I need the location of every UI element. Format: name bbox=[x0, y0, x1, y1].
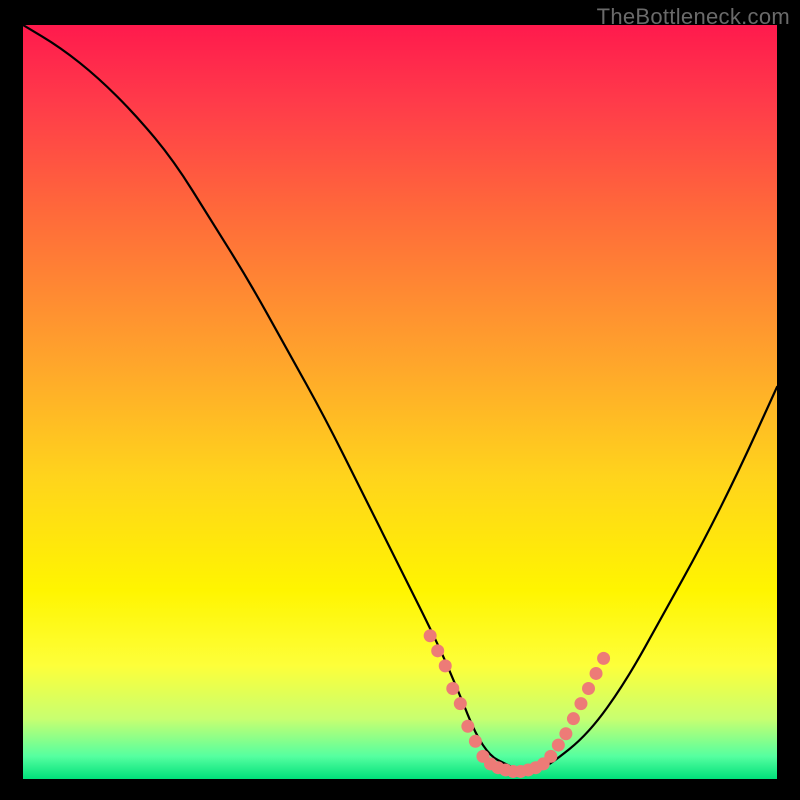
highlight-dot bbox=[431, 644, 444, 657]
highlight-dot bbox=[499, 763, 512, 776]
highlight-dot bbox=[574, 697, 587, 710]
highlight-dot bbox=[529, 761, 542, 774]
highlight-dot bbox=[454, 697, 467, 710]
highlight-dot bbox=[544, 750, 557, 763]
bottleneck-curve bbox=[23, 25, 777, 771]
highlight-dot bbox=[461, 720, 474, 733]
chart-area bbox=[23, 25, 777, 779]
highlight-dot bbox=[582, 682, 595, 695]
highlight-dot bbox=[567, 712, 580, 725]
highlight-dot bbox=[446, 682, 459, 695]
highlight-dot bbox=[476, 750, 489, 763]
highlight-dot bbox=[469, 735, 482, 748]
highlight-dot bbox=[597, 652, 610, 665]
highlight-dots bbox=[424, 629, 610, 778]
highlight-dot bbox=[590, 667, 603, 680]
highlight-dot bbox=[507, 765, 520, 778]
highlight-dot bbox=[492, 761, 505, 774]
highlight-dot bbox=[424, 629, 437, 642]
highlight-dot bbox=[439, 659, 452, 672]
highlight-dot bbox=[514, 765, 527, 778]
highlight-dot bbox=[537, 757, 550, 770]
highlight-dot bbox=[522, 763, 535, 776]
highlight-dot bbox=[484, 757, 497, 770]
highlight-dot bbox=[559, 727, 572, 740]
watermark-text: TheBottleneck.com bbox=[597, 4, 790, 30]
curve-svg bbox=[23, 25, 777, 779]
highlight-dot bbox=[552, 739, 565, 752]
